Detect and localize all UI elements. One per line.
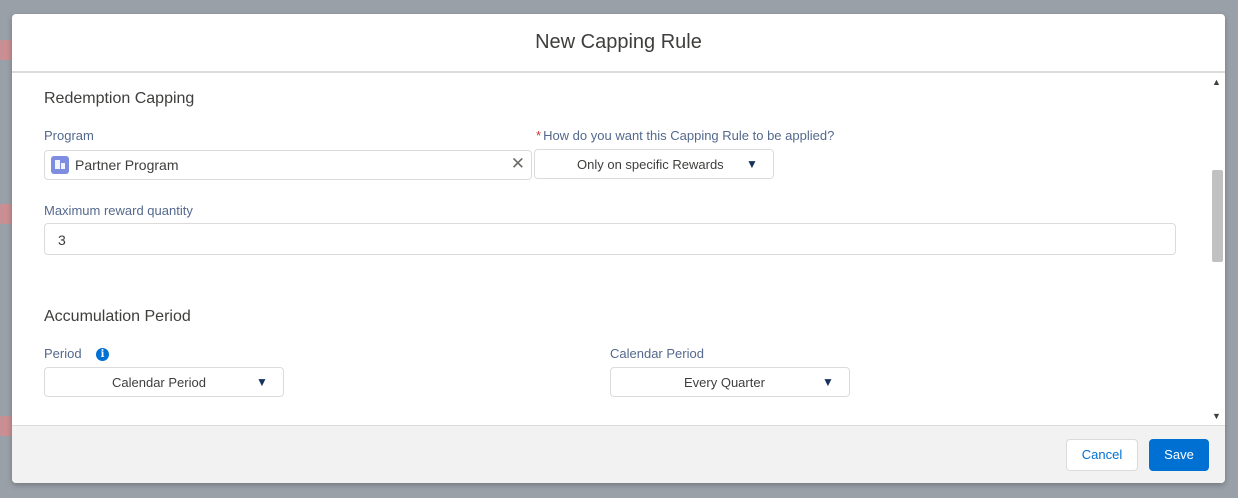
chevron-down-icon: ▼ [746, 157, 758, 171]
close-icon[interactable]: ✕ [511, 155, 525, 173]
vertical-scrollbar[interactable]: ▲ ▼ [1208, 73, 1225, 425]
background-fragment [0, 204, 12, 224]
chevron-down-icon: ▼ [822, 375, 834, 389]
cancel-button[interactable]: Cancel [1066, 439, 1138, 471]
modal-footer: Cancel Save [12, 425, 1225, 483]
section-title-accumulation: Accumulation Period [44, 308, 191, 325]
info-icon[interactable]: i [96, 348, 109, 361]
chevron-down-icon: ▼ [256, 375, 268, 389]
calendar-period-select[interactable]: Every Quarter ▼ [610, 367, 850, 397]
scroll-up-icon[interactable]: ▲ [1212, 77, 1221, 87]
save-button[interactable]: Save [1149, 439, 1209, 471]
scrollbar-thumb[interactable] [1212, 170, 1223, 262]
modal-title: New Capping Rule [535, 31, 702, 53]
program-lookup[interactable]: Partner Program ✕ [44, 150, 532, 180]
background-fragment [0, 40, 12, 60]
program-value: Partner Program [75, 157, 179, 173]
required-marker: * [536, 128, 542, 143]
modal-body[interactable]: Redemption Capping Program Partner Progr… [12, 73, 1225, 425]
modal-header: New Capping Rule [12, 14, 1225, 73]
applied-label: * How do you want this Capping Rule to be… [536, 128, 834, 143]
max-qty-value: 3 [58, 232, 66, 248]
section-title-redemption: Redemption Capping [44, 90, 195, 107]
calendar-period-select-value: Every Quarter [684, 375, 765, 390]
applied-select[interactable]: Only on specific Rewards ▼ [534, 149, 774, 179]
program-label: Program [44, 128, 94, 143]
max-qty-label: Maximum reward quantity [44, 203, 193, 218]
calendar-period-label: Calendar Period [610, 346, 704, 361]
period-label: Period [44, 346, 82, 361]
scroll-down-icon[interactable]: ▼ [1212, 411, 1221, 421]
capping-rule-modal: New Capping Rule Redemption Capping Prog… [12, 14, 1225, 483]
applied-label-text: How do you want this Capping Rule to be … [543, 128, 835, 143]
applied-select-value: Only on specific Rewards [577, 157, 724, 172]
max-qty-input[interactable]: 3 [44, 223, 1176, 255]
period-select-value: Calendar Period [112, 375, 206, 390]
program-icon [51, 156, 69, 174]
period-select[interactable]: Calendar Period ▼ [44, 367, 284, 397]
background-fragment [0, 416, 12, 436]
